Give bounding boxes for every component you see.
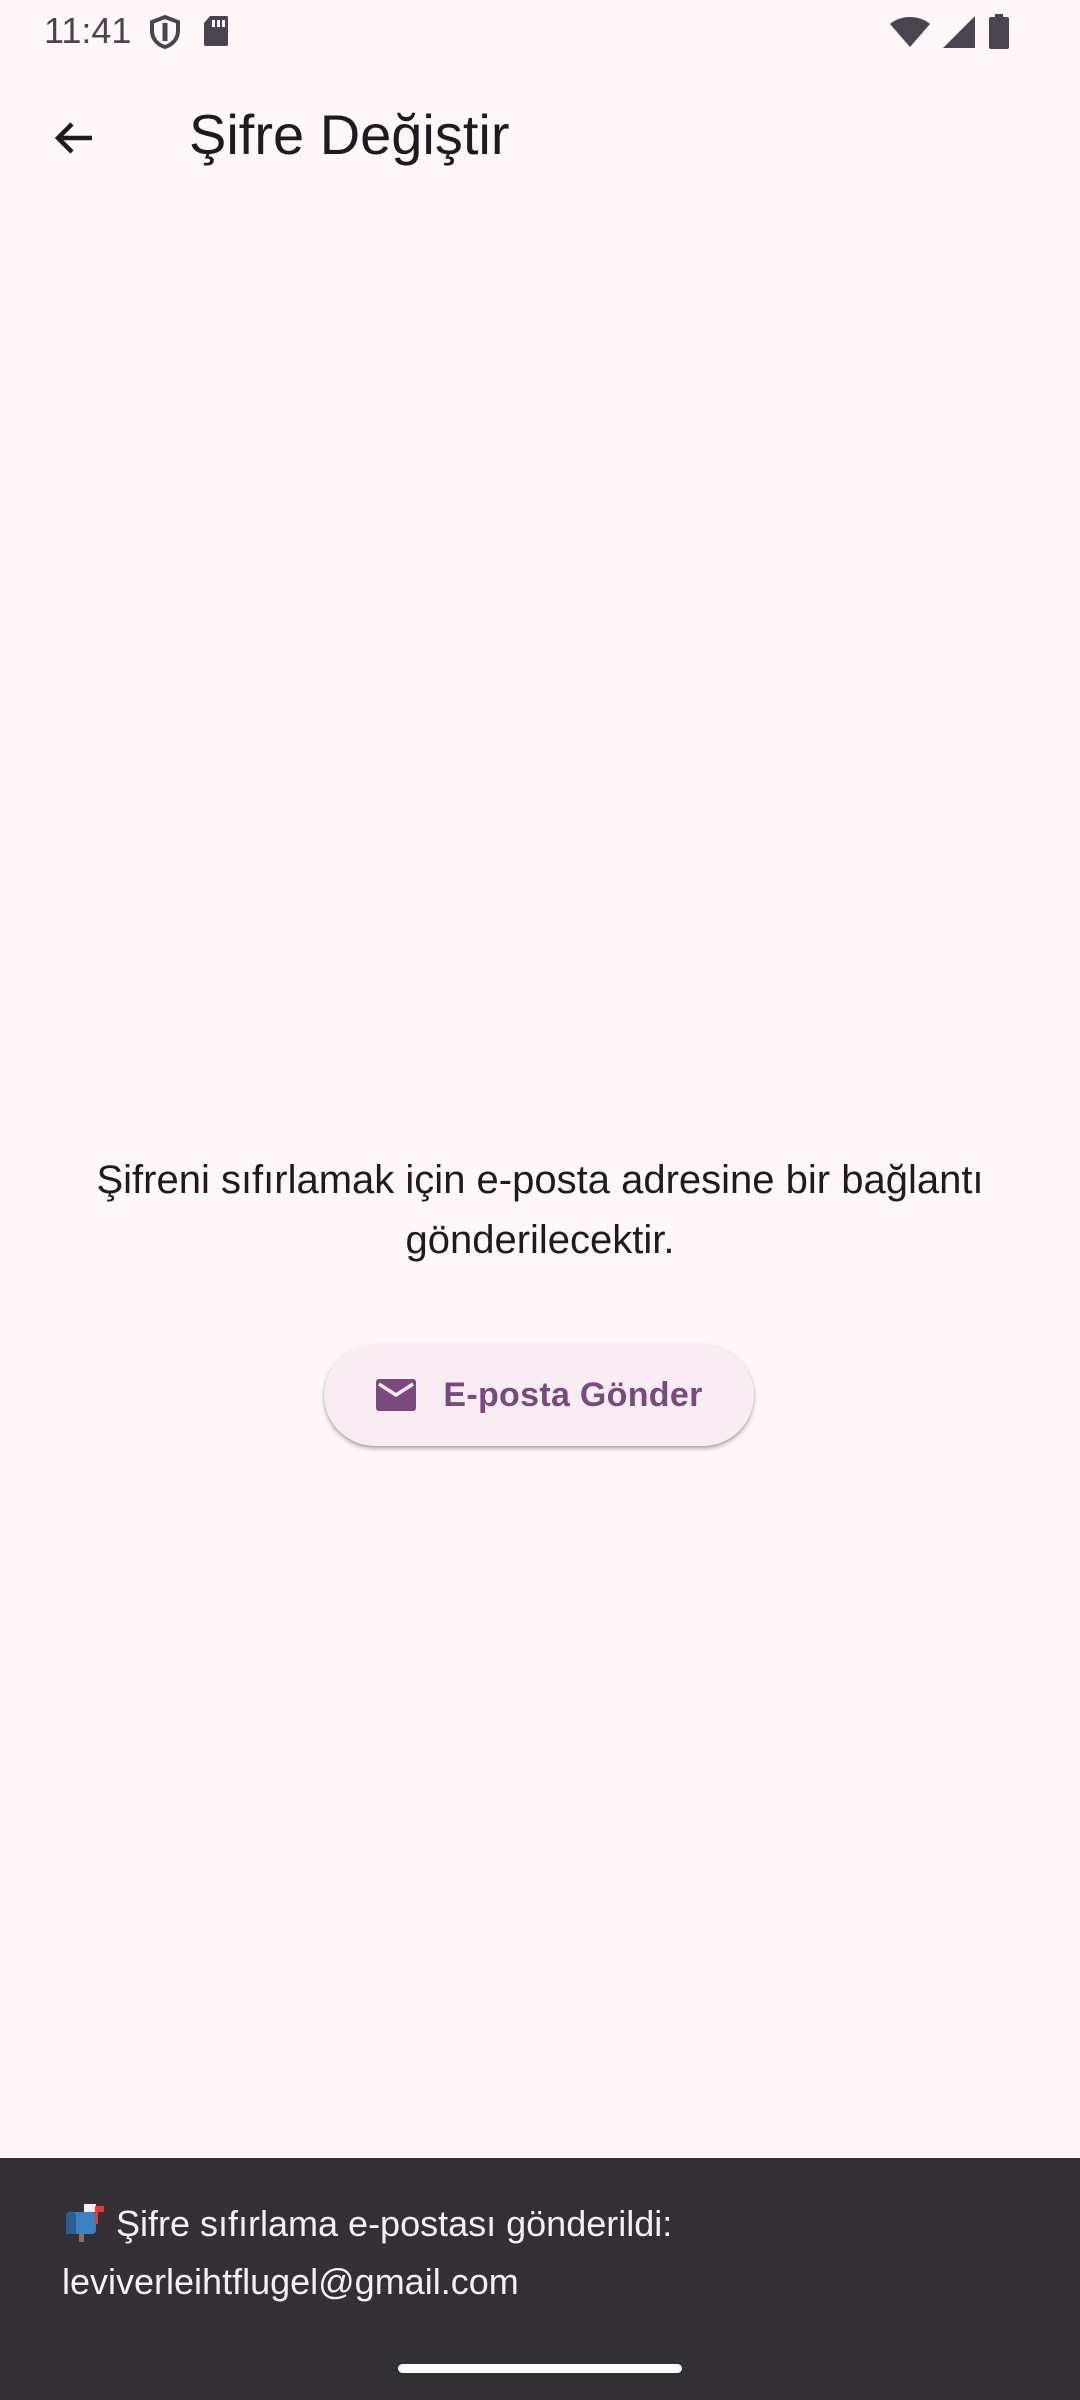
arrow-back-icon — [50, 114, 98, 162]
status-time: 11:41 — [44, 10, 132, 51]
gesture-nav-handle[interactable] — [398, 2364, 682, 2373]
snackbar-email: leviverleihtflugel@gmail.com — [62, 2261, 519, 2302]
wifi-icon — [890, 16, 930, 48]
app-bar: Şifre Değiştir — [0, 80, 1080, 192]
info-text: Şifreni sıfırlamak için e-posta adresine… — [96, 1158, 984, 1262]
cellular-signal-icon — [942, 15, 976, 49]
send-email-button[interactable]: E-posta Gönder — [324, 1344, 754, 1446]
status-left-icons — [148, 14, 230, 50]
screen: 11:41 Şifre Değiştir Şifreni sıfırlamak … — [0, 0, 1080, 2400]
mail-icon — [375, 1378, 417, 1412]
shield-icon — [148, 14, 182, 50]
battery-icon — [988, 14, 1010, 50]
snackbar-message: Şifre sıfırlama e-postası gönderildi: le… — [62, 2198, 1022, 2308]
send-email-button-label: E-posta Gönder — [443, 1375, 703, 1414]
page-title: Şifre Değiştir — [189, 103, 510, 166]
status-bar: 11:41 — [0, 0, 1080, 64]
snackbar: Şifre sıfırlama e-postası gönderildi: le… — [0, 2158, 1080, 2400]
status-right-icons — [890, 14, 1010, 50]
snackbar-message-line1: Şifre sıfırlama e-postası gönderildi: — [116, 2203, 673, 2244]
back-button[interactable] — [32, 96, 116, 180]
sd-card-icon — [202, 14, 230, 50]
mailbox-icon — [62, 2202, 106, 2256]
